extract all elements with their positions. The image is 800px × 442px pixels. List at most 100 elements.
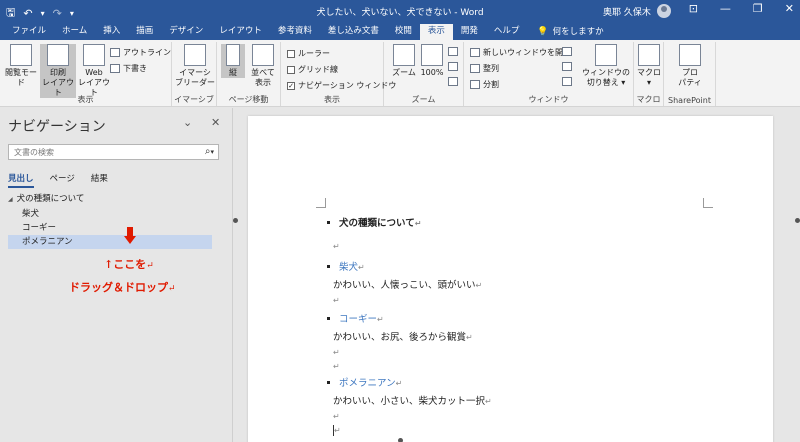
doc-heading[interactable]: 犬の種類について↵ [327, 215, 421, 229]
tab-home[interactable]: ホーム [54, 24, 95, 40]
tree-item-corgi[interactable]: コーギー [8, 221, 212, 235]
print-layout-button[interactable]: 印刷 レイアウト [40, 44, 76, 98]
bottom-scroll-marker [398, 438, 403, 442]
tab-references[interactable]: 参考資料 [270, 24, 320, 40]
doc-section-body[interactable]: かわいい、人懐っこい、頭がいい↵ [333, 277, 482, 291]
magnifier-icon [393, 44, 415, 66]
arrange-all-button[interactable]: 整列 [470, 63, 499, 74]
split-button[interactable]: 分割 [470, 79, 499, 90]
print-layout-icon [47, 44, 69, 66]
ruler-checkbox[interactable]: ルーラー [287, 48, 330, 59]
doc-section-title[interactable]: 柴犬↵ [327, 259, 365, 273]
one-page-button[interactable] [448, 47, 458, 56]
empty-paragraph[interactable]: ↵ [333, 241, 340, 252]
side-to-side-button[interactable]: 並べて 表示 [245, 44, 281, 88]
user-name: 奥耶 久保木 [603, 7, 651, 18]
title-bar: 🖫 ↶ ▾ ↷ ▾ 犬したい、犬いない、犬できない - Word 奥耶 久保木 … [0, 0, 800, 40]
doc-section-title[interactable]: ポメラニアン↵ [327, 375, 402, 389]
annotation-line-1: ↑ここを↵ [104, 258, 154, 271]
empty-paragraph[interactable]: ↵ [333, 361, 340, 372]
collapse-triangle-icon[interactable]: ◢ [8, 196, 13, 203]
sync-scroll-button[interactable] [562, 62, 572, 71]
ribbon-tabs: ファイル ホーム 挿入 描画 デザイン レイアウト 参考資料 差し込み文書 校閲… [4, 24, 604, 40]
macro-group: マクロ ▾ マクロ [634, 42, 664, 106]
one-page-icon [448, 47, 458, 56]
tab-results[interactable]: 結果 [91, 172, 108, 188]
gridlines-checkbox[interactable]: グリッド線 [287, 64, 338, 75]
tab-view[interactable]: 表示 [419, 24, 453, 40]
tree-item-pomeranian[interactable]: ポメラニアン [8, 235, 212, 249]
tab-layout[interactable]: レイアウト [211, 24, 270, 40]
draft-button[interactable]: 下書き [110, 63, 147, 74]
tab-headings[interactable]: 見出し [8, 172, 34, 188]
web-layout-button[interactable]: Web レイアウト [76, 44, 112, 98]
sharepoint-group: プロ パティ SharePoint [664, 42, 716, 106]
doc-section-body[interactable]: かわいい、小さい、柴犬カット一択↵ [333, 393, 492, 407]
document-area[interactable]: 犬の種類について↵ ↵ 柴犬↵ かわいい、人懐っこい、頭がいい↵ ↵ コーギー↵… [233, 108, 800, 442]
navigation-pane: ナビゲーション ⌄ ✕ 文書の検索 ⌕▾ 見出し ページ 結果 ◢ 犬の種類につい… [0, 108, 233, 442]
empty-paragraph[interactable]: ↵ [333, 411, 340, 422]
arrange-all-icon [470, 64, 480, 73]
doc-section-title[interactable]: コーギー↵ [327, 311, 384, 325]
tab-draw[interactable]: 描画 [128, 24, 161, 40]
outline-button[interactable]: アウトライン [110, 47, 171, 58]
immersive-reader-button[interactable]: イマーシ ブリーダー [175, 44, 215, 88]
tree-item-root[interactable]: ◢ 犬の種類について [8, 192, 212, 206]
tab-pages[interactable]: ページ [50, 172, 75, 188]
macros-button[interactable]: マクロ ▾ [631, 44, 667, 88]
close-icon[interactable]: ✕ [785, 2, 794, 15]
window-group: 新しいウィンドウを開く 整列 分割 ウィンドウの 切り替え ▾ ウィンドウ [464, 42, 634, 106]
minimize-icon[interactable]: — [720, 2, 731, 15]
ribbon: 閲覧モード 印刷 レイアウト Web レイアウト アウトライン 下書き 表示 イ… [0, 40, 800, 107]
tab-help[interactable]: ヘルプ [486, 24, 528, 40]
properties-icon [679, 44, 701, 66]
new-window-button[interactable]: 新しいウィンドウを開く [470, 47, 571, 58]
multiple-pages-icon [448, 62, 458, 71]
document-page[interactable]: 犬の種類について↵ ↵ 柴犬↵ かわいい、人懐っこい、頭がいい↵ ↵ コーギー↵… [248, 116, 773, 442]
multiple-pages-button[interactable] [448, 62, 458, 71]
empty-paragraph[interactable]: ↵ [333, 295, 340, 306]
read-mode-icon [10, 44, 32, 66]
tab-design[interactable]: デザイン [161, 24, 211, 40]
outline-icon [110, 48, 120, 57]
close-pane-icon[interactable]: ✕ [211, 116, 220, 129]
section-bullet [327, 381, 330, 384]
tree-item-shiba[interactable]: 柴犬 [8, 207, 212, 221]
text-cursor-line[interactable]: ↵ [333, 425, 341, 436]
restore-icon[interactable]: ❐ [753, 2, 763, 15]
navigation-tabs: 見出し ページ 結果 [8, 172, 108, 188]
vertical-button[interactable]: 縦 [221, 44, 245, 78]
ruler-check-icon [287, 49, 295, 58]
pane-options-icon[interactable]: ⌄ [183, 116, 192, 129]
switch-windows-icon [595, 44, 617, 66]
annotation-line-2: ドラッグ＆ドロップ↵ [69, 281, 176, 294]
read-mode-button[interactable]: 閲覧モード [3, 44, 39, 88]
search-input[interactable]: 文書の検索 ⌕▾ [8, 144, 219, 160]
view-side-by-side-button[interactable] [562, 47, 572, 56]
zoom-group: ズーム 100% ズーム [384, 42, 464, 106]
tell-me-box[interactable]: 💡 何をしますか [527, 24, 603, 40]
tab-developer[interactable]: 開発 [453, 24, 486, 40]
zoom-100-button[interactable]: 100% [414, 44, 450, 78]
page-width-button[interactable] [448, 77, 458, 86]
search-placeholder: 文書の検索 [14, 148, 54, 157]
gridlines-check-icon [287, 65, 295, 74]
web-layout-icon [83, 44, 105, 66]
search-icon[interactable]: ⌕▾ [205, 146, 214, 157]
avatar[interactable] [656, 4, 671, 18]
properties-button[interactable]: プロ パティ [672, 44, 708, 88]
account-area[interactable]: 奥耶 久保木 [603, 4, 671, 18]
left-scroll-marker [233, 218, 238, 223]
navigation-pane-title: ナビゲーション [8, 119, 106, 135]
tab-mailings[interactable]: 差し込み文書 [320, 24, 387, 40]
ribbon-options-icon[interactable]: ⊡ [689, 2, 698, 15]
tab-file[interactable]: ファイル [4, 24, 54, 40]
doc-section-body[interactable]: かわいい、お尻、後ろから観賞↵ [333, 329, 473, 343]
reset-position-button[interactable] [562, 77, 572, 86]
draft-icon [110, 64, 120, 73]
tab-insert[interactable]: 挿入 [95, 24, 128, 40]
navigation-pane-checkbox[interactable]: ✓ ナビゲーション ウィンドウ [287, 80, 396, 91]
tab-review[interactable]: 校閲 [387, 24, 420, 40]
switch-windows-button[interactable]: ウィンドウの 切り替え ▾ [582, 44, 630, 88]
empty-paragraph[interactable]: ↵ [333, 347, 340, 358]
